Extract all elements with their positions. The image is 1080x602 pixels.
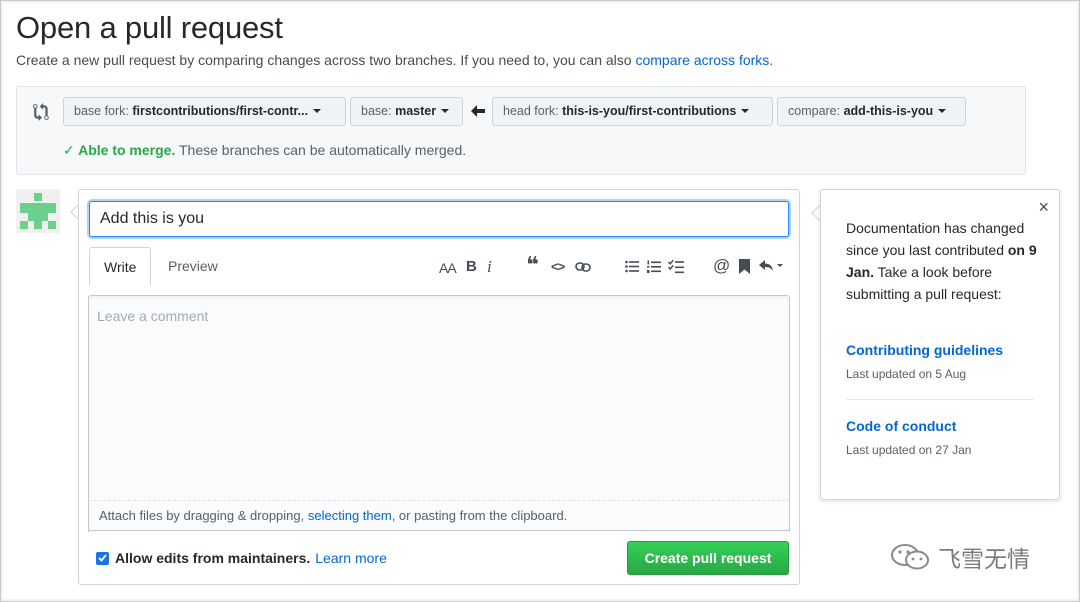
- compare-icon: [33, 103, 49, 121]
- compare-branch-select[interactable]: compare: add-this-is-you: [777, 97, 966, 126]
- heading-icon[interactable]: AA: [439, 259, 457, 277]
- tab-write[interactable]: Write: [89, 247, 152, 286]
- task-list-icon[interactable]: [668, 259, 684, 274]
- contributing-guidelines-link[interactable]: Contributing guidelines: [846, 342, 1003, 358]
- pull-request-form: Write Preview AA B i ❝ <> @: [78, 189, 800, 585]
- page-subtitle: Create a new pull request by comparing c…: [16, 52, 773, 68]
- merge-status: ✓ Able to merge. These branches can be a…: [63, 142, 466, 159]
- mention-icon[interactable]: @: [713, 257, 730, 275]
- link-icon[interactable]: [575, 261, 591, 273]
- allow-edits-checkbox[interactable]: [96, 551, 109, 565]
- quote-icon[interactable]: ❝: [526, 254, 539, 276]
- head-fork-select[interactable]: head fork: this-is-you/first-contributio…: [492, 97, 773, 126]
- branch-range-editor: base fork: firstcontributions/first-cont…: [16, 86, 1026, 175]
- compare-across-forks-link[interactable]: compare across forks.: [635, 52, 773, 68]
- page-title: Open a pull request: [16, 10, 283, 45]
- italic-icon[interactable]: i: [487, 258, 492, 276]
- merge-ok-text: ✓ Able to merge.: [63, 142, 176, 158]
- allow-edits-label: Allow edits from maintainers.: [115, 550, 311, 566]
- watermark: 飞雪无情: [890, 540, 1030, 574]
- merge-message: These branches can be automatically merg…: [178, 142, 467, 158]
- identicon-icon: [16, 189, 60, 233]
- base-branch-select[interactable]: base: master: [350, 97, 463, 126]
- code-of-conduct-updated: Last updated on 27 Jan: [846, 443, 972, 457]
- base-fork-select[interactable]: base fork: firstcontributions/first-cont…: [63, 97, 346, 126]
- saved-reply-bookmark-icon[interactable]: [739, 259, 750, 274]
- check-icon: [98, 554, 107, 562]
- code-of-conduct-link[interactable]: Code of conduct: [846, 418, 956, 434]
- notice-message: Documentation has changed since you last…: [846, 220, 1037, 302]
- close-icon[interactable]: ×: [1038, 198, 1049, 216]
- avatar: [16, 189, 60, 233]
- wechat-icon: [891, 544, 929, 570]
- learn-more-link[interactable]: Learn more: [315, 550, 387, 566]
- documentation-notice: × Documentation has changed since you la…: [820, 189, 1060, 500]
- contributing-updated: Last updated on 5 Aug: [846, 367, 967, 381]
- chevron-down-icon: [313, 109, 322, 113]
- allow-edits-row: Allow edits from maintainers. Learn more: [96, 550, 387, 566]
- create-pull-request-button[interactable]: Create pull request: [627, 541, 789, 575]
- ordered-list-icon[interactable]: [647, 260, 661, 274]
- reply-icon[interactable]: [759, 260, 783, 272]
- select-files-link[interactable]: selecting them: [308, 508, 392, 523]
- subtitle-text: Create a new pull request by comparing c…: [16, 52, 632, 68]
- pull-request-title-input[interactable]: [89, 201, 789, 237]
- comment-textarea[interactable]: [89, 296, 789, 532]
- editor-tabs: Write Preview AA B i ❝ <> @: [89, 247, 789, 286]
- unordered-list-icon[interactable]: [625, 260, 639, 273]
- chevron-down-icon: [741, 109, 750, 113]
- chevron-down-icon: [938, 109, 947, 113]
- comment-editor: [88, 295, 790, 532]
- bold-icon[interactable]: B: [466, 258, 477, 276]
- tab-preview[interactable]: Preview: [154, 247, 232, 286]
- arrow-left-icon: [471, 105, 485, 117]
- divider: [846, 399, 1034, 400]
- code-icon[interactable]: <>: [551, 258, 565, 276]
- file-attach-area[interactable]: Attach files by dragging & dropping, sel…: [88, 500, 790, 531]
- chevron-down-icon: [441, 109, 450, 113]
